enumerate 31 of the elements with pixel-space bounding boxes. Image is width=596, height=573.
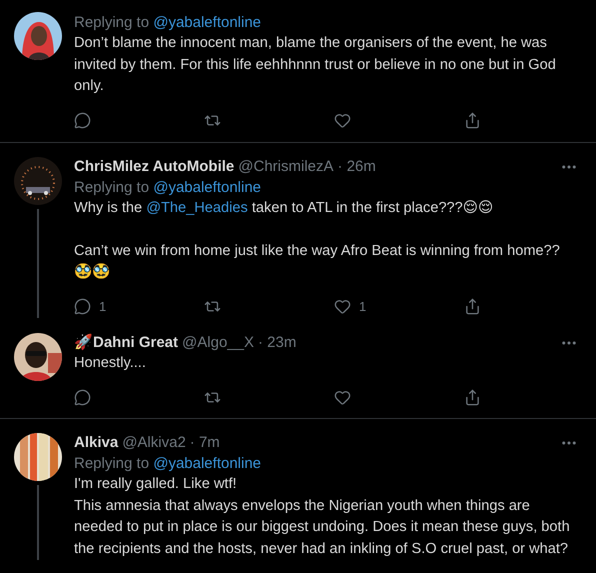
tweet-time: · 26m	[338, 156, 376, 176]
user-handle: @ChrismilezA	[238, 156, 334, 176]
user-handle: @Algo__X	[182, 332, 254, 352]
reply-icon[interactable]	[74, 388, 91, 406]
heart-icon[interactable]	[334, 388, 351, 406]
action-count: 1	[359, 299, 366, 314]
heart-icon[interactable]	[334, 298, 351, 315]
mention-link[interactable]: @yabaleftonline	[153, 455, 262, 472]
reply-icon[interactable]	[74, 298, 91, 315]
display-name[interactable]: ChrisMilez AutoMobile	[74, 156, 234, 176]
tweet-text: Why is the @The_Headies taken to ATL in the first place???😌😌 Can’t we win from home just like the way Afro Beat is winning from home??🥸🥸	[74, 198, 561, 282]
display-name[interactable]: 🚀Dahni Great	[74, 332, 178, 352]
replying-label: Replying to	[74, 14, 150, 31]
reply-icon[interactable]	[74, 112, 91, 129]
mention-link[interactable]: @yabaleftonline	[153, 14, 262, 31]
display-name[interactable]: Alkiva	[74, 433, 118, 453]
heart-icon[interactable]	[334, 112, 351, 129]
tweet-text: I'm really galled. Like wtf! This amnesia that always envelops the Nigerian youth when things are needed to put in place is our biggest undoing. Does it mean these guys, both the recipients and the hosts, never had an inkling of S.O cruel past, or what?	[74, 475, 571, 558]
tweet-time: · 7m	[190, 433, 220, 453]
tweet-text: Honestly....	[74, 354, 147, 372]
share-icon[interactable]	[464, 112, 481, 129]
user-handle: @Alkiva2	[122, 433, 186, 453]
replying-label: Replying to	[74, 178, 150, 196]
share-icon[interactable]	[464, 388, 481, 406]
mention-link[interactable]: @yabaleftonline	[153, 178, 262, 196]
replying-label: Replying to	[74, 455, 150, 472]
tweet-text: Don’t blame the innocent man, blame the organisers of the event, he was invited by them. For this life eehhhnnn trust or believe in no one but in God only.	[74, 34, 557, 96]
mention-link[interactable]: @The_Headies	[146, 200, 248, 216]
share-icon[interactable]	[464, 298, 481, 315]
tweet-time: · 23m	[258, 332, 296, 352]
action-count: 1	[99, 299, 106, 314]
